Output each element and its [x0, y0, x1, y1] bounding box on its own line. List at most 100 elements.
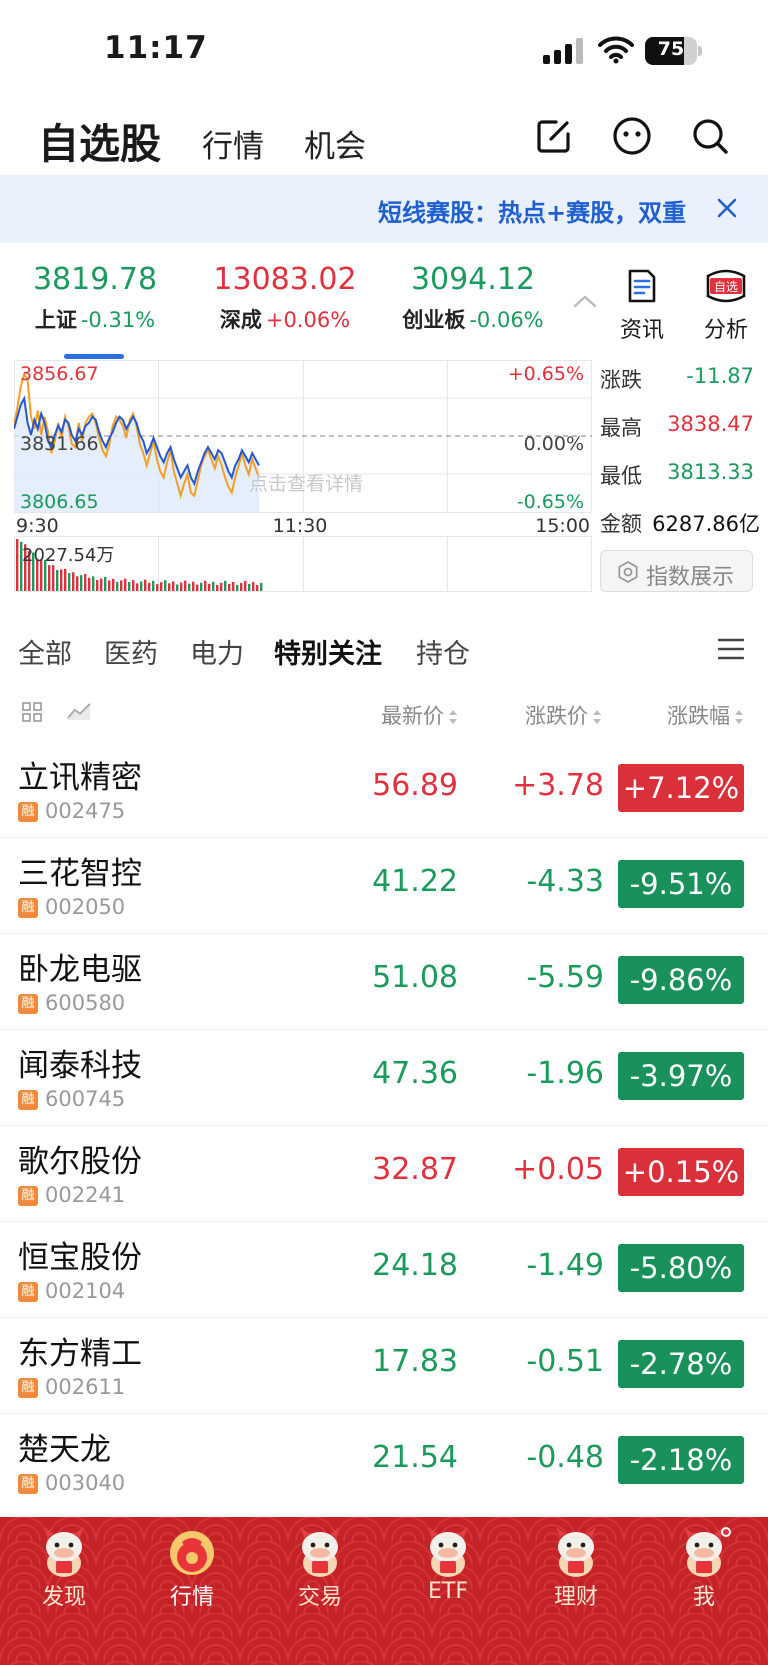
volume-bar: [260, 582, 263, 591]
stat-amount: 金额 6287.86亿: [600, 502, 760, 550]
volume-bar: [60, 569, 63, 591]
stock-row[interactable]: 闻泰科技 融 600745 47.36 -1.96 -3.97%: [0, 1030, 768, 1126]
close-icon[interactable]: [712, 193, 742, 223]
analysis-button[interactable]: 自选 分析: [694, 268, 758, 344]
chart-top-price: 3856.67: [20, 363, 99, 385]
stock-code: 600745: [45, 1087, 126, 1111]
stock-row[interactable]: 楚天龙 融 003040 21.54 -0.48 -2.18%: [0, 1414, 768, 1510]
news-button[interactable]: 资讯: [610, 268, 674, 344]
index-value: 13083.02: [213, 262, 357, 297]
stock-change: -4.33: [526, 864, 604, 899]
stock-row[interactable]: 东方精工 融 002611 17.83 -0.51 -2.78%: [0, 1318, 768, 1414]
index-shenzhen[interactable]: 13083.02 深成 +0.06%: [200, 260, 370, 334]
volume-bar: [68, 573, 71, 591]
tab-watchlist[interactable]: 自选股: [38, 110, 161, 170]
tab-power[interactable]: 电力: [190, 632, 244, 671]
tab-label: 交易: [297, 1585, 342, 1610]
volume-bar: [136, 583, 139, 591]
trend-chart-icon[interactable]: [66, 700, 92, 722]
column-pct[interactable]: 涨跌幅: [667, 700, 744, 730]
stock-price: 47.36: [372, 1056, 458, 1091]
wifi-icon: [598, 36, 634, 64]
tab-me[interactable]: 我: [640, 1517, 768, 1665]
tab-all[interactable]: 全部: [18, 632, 72, 671]
margin-badge: 融: [18, 802, 38, 822]
tab-holdings[interactable]: 持仓: [416, 632, 470, 671]
tab-special-attention[interactable]: 特别关注: [274, 632, 382, 671]
stock-change: -0.48: [526, 1440, 604, 1475]
stock-pct[interactable]: +0.15%: [618, 1148, 744, 1196]
emoji-face-icon[interactable]: [612, 116, 652, 156]
stock-row[interactable]: 歌尔股份 融 002241 32.87 +0.05 +0.15%: [0, 1126, 768, 1222]
stock-price: 32.87: [372, 1152, 458, 1187]
stock-pct[interactable]: -2.78%: [618, 1340, 744, 1388]
volume-bar: [88, 577, 91, 591]
stock-code: 003040: [45, 1471, 126, 1495]
volume-bar: [172, 581, 175, 591]
tab-etf[interactable]: ETF: [384, 1517, 512, 1665]
tab-wealth[interactable]: 理财: [512, 1517, 640, 1665]
volume-bar: [108, 580, 111, 591]
volume-bar: [196, 584, 199, 591]
stock-row[interactable]: 卧龙电驱 融 600580 51.08 -5.59 -9.86%: [0, 934, 768, 1030]
volume-bar: [248, 583, 251, 591]
tab-trade[interactable]: 交易: [256, 1517, 384, 1665]
column-change[interactable]: 涨跌价: [525, 700, 602, 730]
stock-pct[interactable]: -3.97%: [618, 1052, 744, 1100]
promo-banner[interactable]: 短线赛股：热点+赛股，双重: [0, 175, 768, 243]
grid-view-icon[interactable]: [22, 702, 42, 722]
stock-row[interactable]: 恒宝股份 融 002104 24.18 -1.49 -5.80%: [0, 1222, 768, 1318]
volume-bar: [120, 580, 123, 591]
tab-market-bottom[interactable]: 行情: [128, 1517, 256, 1665]
index-shanghai[interactable]: 3819.78 上证 -0.31%: [10, 260, 180, 334]
edit-icon[interactable]: [534, 116, 574, 156]
search-icon[interactable]: [690, 116, 730, 156]
tab-opportunity[interactable]: 机会: [304, 121, 366, 166]
stock-price: 56.89: [372, 768, 458, 803]
tab-medicine[interactable]: 医药: [104, 632, 158, 671]
volume-bar: [128, 582, 131, 591]
stat-value: 3838.47: [667, 412, 754, 436]
margin-badge: 融: [18, 898, 38, 918]
volume-bar: [240, 582, 243, 591]
margin-badge: 融: [18, 1090, 38, 1110]
chevron-up-icon[interactable]: [573, 294, 597, 308]
column-change-label: 涨跌价: [525, 704, 588, 728]
active-index-indicator: [64, 354, 124, 359]
stock-pct[interactable]: -5.80%: [618, 1244, 744, 1292]
index-chinext[interactable]: 3094.12 创业板 -0.06%: [388, 260, 558, 334]
banner-text[interactable]: 短线赛股：热点+赛股，双重: [378, 193, 686, 228]
volume-bar: [256, 584, 259, 591]
stock-code: 002611: [45, 1375, 126, 1399]
tab-label: 行情: [169, 1585, 214, 1610]
index-value: 3819.78: [32, 262, 158, 297]
stock-row[interactable]: 三花智控 融 002050 41.22 -4.33 -9.51%: [0, 838, 768, 934]
stock-code: 600580: [45, 991, 126, 1015]
column-price[interactable]: 最新价: [381, 700, 458, 730]
time-start: 9:30: [16, 515, 59, 537]
stock-pct[interactable]: +7.12%: [618, 764, 744, 812]
bottom-tab-bar: 发现 行情 交易 ETF 理财 我: [0, 1517, 768, 1665]
tab-discover[interactable]: 发现: [0, 1517, 128, 1665]
index-stats: 涨跌 -11.87 最高 3838.47 最低 3813.33 金额 6287.…: [600, 358, 760, 550]
tab-market[interactable]: 行情: [202, 121, 264, 166]
status-bar: 11:17 75: [0, 0, 768, 100]
margin-badge: 融: [18, 1378, 38, 1398]
stock-row[interactable]: 立讯精密 融 002475 56.89 +3.78 +7.12%: [0, 742, 768, 838]
index-display-button[interactable]: 指数展示: [600, 550, 753, 592]
stat-value: -11.87: [686, 364, 754, 388]
etf-mascot-icon: [428, 1527, 468, 1577]
analysis-icon: 自选: [706, 269, 746, 303]
intraday-chart[interactable]: 3856.67 3831.66 3806.65 +0.65% 0.00% -0.…: [14, 360, 592, 592]
stock-code: 002050: [45, 895, 126, 919]
volume-bar: [124, 578, 127, 591]
volume-bar: [112, 578, 115, 591]
chart-hint: 点击查看详情: [249, 473, 363, 495]
stock-pct[interactable]: -9.51%: [618, 860, 744, 908]
margin-badge: 融: [18, 994, 38, 1014]
chart-bottom-price: 3806.65: [20, 491, 99, 513]
stock-pct[interactable]: -9.86%: [618, 956, 744, 1004]
menu-icon[interactable]: [718, 638, 744, 660]
stock-code: 002475: [45, 799, 126, 823]
stock-pct[interactable]: -2.18%: [618, 1436, 744, 1484]
